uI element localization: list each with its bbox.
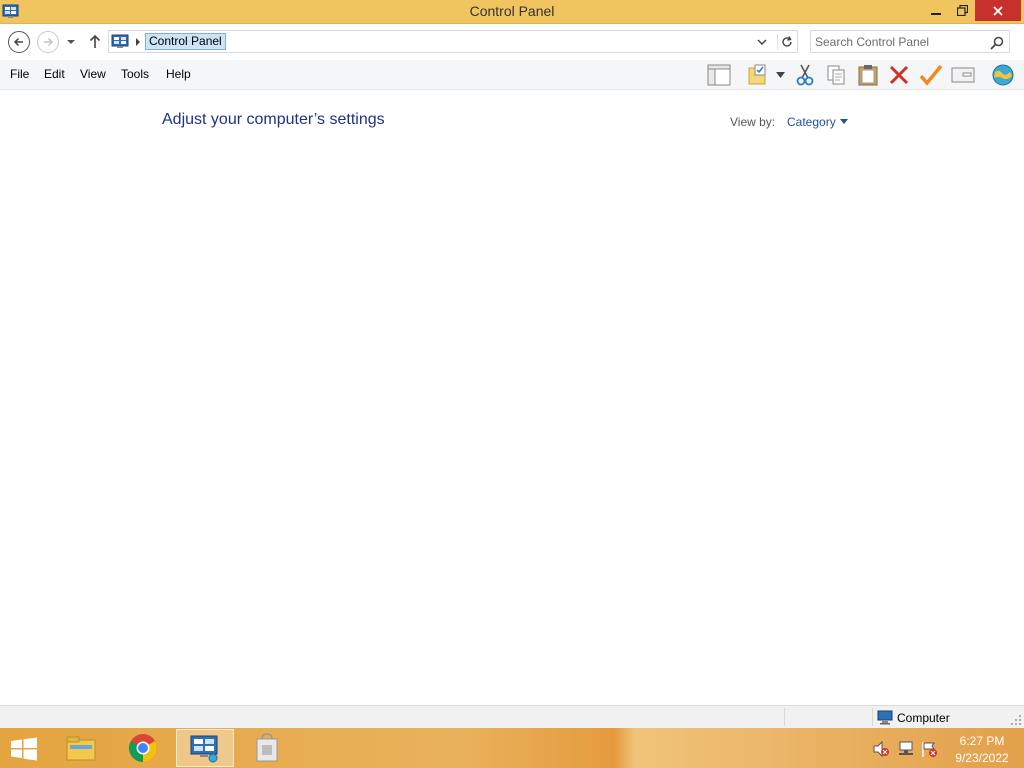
- minimize-button[interactable]: [922, 0, 950, 21]
- clock-time[interactable]: 6:27 PM: [950, 734, 1014, 748]
- computer-icon: [877, 710, 893, 725]
- status-location: Computer: [897, 711, 950, 725]
- taskbar-file-explorer[interactable]: [52, 729, 110, 767]
- internet-button[interactable]: [990, 63, 1016, 87]
- properties-button[interactable]: [950, 63, 976, 87]
- preview-pane-button[interactable]: [706, 63, 732, 87]
- paste-icon: [858, 65, 878, 86]
- refresh-button[interactable]: [777, 34, 795, 50]
- menu-tools[interactable]: Tools: [121, 67, 149, 81]
- start-windows-icon[interactable]: [8, 736, 40, 762]
- title-bar[interactable]: Control Panel: [0, 0, 1024, 24]
- menu-file[interactable]: File: [10, 67, 29, 81]
- copy-button[interactable]: [823, 63, 849, 87]
- close-button[interactable]: [975, 0, 1021, 21]
- network-icon[interactable]: [897, 740, 915, 758]
- cut-icon: [796, 64, 814, 86]
- taskbar-chrome[interactable]: [114, 729, 172, 767]
- restore-button[interactable]: [950, 0, 974, 21]
- action-center-flag-icon[interactable]: [920, 740, 938, 758]
- forward-button[interactable]: [37, 31, 59, 53]
- control-panel-icon: [111, 34, 129, 48]
- recent-locations-chevron-icon[interactable]: [64, 34, 78, 50]
- taskbar: 6:27 PM 9/23/2022: [0, 728, 1024, 768]
- store-icon: [256, 733, 278, 762]
- delete-icon: [889, 65, 909, 85]
- chrome-icon: [129, 734, 157, 762]
- menu-bar: File Edit View Tools Help: [0, 60, 1024, 90]
- select-folder-button[interactable]: [744, 63, 770, 87]
- chevron-down-icon[interactable]: [776, 72, 785, 78]
- caret-down-icon[interactable]: [840, 119, 848, 124]
- apply-button[interactable]: [918, 63, 944, 87]
- chevron-right-icon[interactable]: [133, 35, 143, 49]
- globe-icon: [992, 64, 1014, 86]
- cut-button[interactable]: [792, 63, 818, 87]
- menu-edit[interactable]: Edit: [44, 67, 65, 81]
- back-arrow-icon: [13, 37, 23, 47]
- control-panel-icon: [190, 735, 218, 763]
- resize-grip-icon[interactable]: [1010, 714, 1022, 726]
- forward-arrow-icon: [44, 37, 54, 47]
- status-divider: [784, 708, 785, 726]
- up-arrow-icon[interactable]: [86, 33, 104, 51]
- properties-icon: [951, 67, 975, 83]
- preview-pane-icon: [707, 64, 731, 86]
- taskbar-control-panel[interactable]: [176, 729, 234, 767]
- taskbar-store[interactable]: [238, 729, 296, 767]
- window-title: Control Panel: [469, 3, 555, 19]
- restore-icon: [956, 5, 968, 16]
- minimize-icon: [931, 12, 941, 15]
- menu-help[interactable]: Help: [166, 67, 191, 81]
- menu-view[interactable]: View: [80, 67, 106, 81]
- search-icon[interactable]: [989, 35, 1005, 51]
- content-area: Adjust your computer’s settings View by:…: [0, 91, 1024, 705]
- address-bar-row: Control Panel: [0, 24, 1024, 60]
- refresh-icon: [782, 36, 792, 47]
- clock-date[interactable]: 9/23/2022: [950, 751, 1014, 765]
- folder-check-icon: [748, 64, 766, 85]
- breadcrumb-control-panel[interactable]: Control Panel: [145, 33, 226, 50]
- page-title: Adjust your computer’s settings: [162, 111, 385, 128]
- checkmark-icon: [919, 64, 943, 86]
- close-icon: [993, 5, 1003, 16]
- address-field[interactable]: Control Panel: [108, 30, 798, 53]
- search-input[interactable]: [815, 33, 985, 50]
- file-explorer-icon: [66, 736, 96, 761]
- view-by-dropdown[interactable]: Category: [787, 115, 836, 129]
- back-button[interactable]: [8, 31, 30, 53]
- search-box[interactable]: [810, 30, 1010, 53]
- volume-muted-icon[interactable]: [872, 740, 890, 758]
- status-bar: Computer: [0, 705, 1024, 728]
- view-by-label: View by:: [730, 115, 776, 129]
- chevron-down-icon[interactable]: [755, 35, 769, 49]
- copy-icon: [827, 65, 845, 85]
- status-divider: [872, 708, 873, 726]
- delete-button[interactable]: [886, 63, 912, 87]
- paste-button[interactable]: [855, 63, 881, 87]
